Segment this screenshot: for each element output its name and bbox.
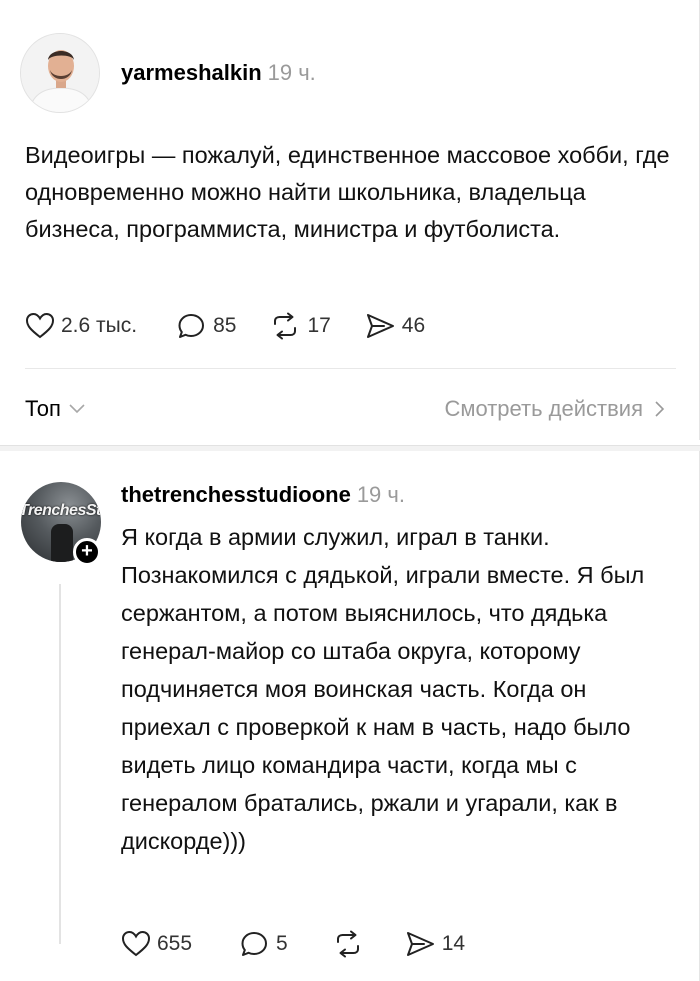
share-button[interactable]: 46: [364, 312, 425, 340]
reply-comment-count: 5: [276, 932, 288, 955]
reply-share-count: 14: [441, 932, 466, 955]
chevron-down-icon: [69, 404, 85, 414]
heart-icon: [25, 312, 55, 339]
sort-label: Топ: [25, 396, 61, 421]
comment-bubble-icon: [241, 932, 268, 956]
avatar-figure: [51, 524, 73, 562]
like-button[interactable]: 2.6 тыс.: [25, 312, 137, 340]
divider: [25, 368, 676, 369]
post-actions: 2.6 тыс. 85 17 46: [25, 312, 425, 340]
author-name[interactable]: yarmeshalkin: [121, 60, 262, 85]
thread-line: [59, 584, 61, 944]
comment-bubble-icon: [178, 314, 205, 338]
reply-repost-button[interactable]: [332, 930, 364, 958]
comment-count: 85: [213, 314, 237, 337]
repost-button[interactable]: 17: [269, 312, 331, 340]
post-header: yarmeshalkin 19 ч.: [121, 60, 316, 86]
reply-time: 19 ч.: [356, 482, 405, 507]
follow-plus-icon[interactable]: +: [73, 538, 101, 566]
post-text: Видеоигры — пожалуй, единственное массов…: [25, 142, 670, 242]
send-icon: [366, 314, 394, 338]
repost-icon: [274, 312, 297, 340]
send-icon: [406, 932, 434, 956]
reply-like-button[interactable]: 655: [121, 930, 192, 958]
heart-icon: [121, 930, 151, 957]
comment-button[interactable]: 85: [177, 312, 236, 340]
author-avatar[interactable]: [20, 33, 100, 113]
reply-like-count: 655: [157, 932, 193, 955]
avatar-logo-text: TrenchesSt: [21, 502, 101, 519]
chevron-right-icon: [655, 401, 665, 417]
reply-share-button[interactable]: 14: [404, 930, 465, 958]
share-count: 46: [401, 314, 426, 337]
repost-count: 17: [307, 314, 331, 337]
sort-dropdown[interactable]: Топ: [25, 396, 85, 422]
like-count: 2.6 тыс.: [61, 314, 138, 337]
reply-text: Я когда в армии служил, играл в танки. П…: [121, 524, 645, 854]
view-activity-link[interactable]: Смотреть действия: [444, 396, 665, 422]
main-post: yarmeshalkin 19 ч. Видеоигры — пожалуй, е…: [0, 0, 700, 440]
reply-post: TrenchesSt + thetrenchesstudioone 19 ч. Я…: [0, 451, 700, 981]
view-activity-label: Смотреть действия: [444, 396, 643, 421]
post-time: 19 ч.: [267, 60, 316, 85]
repost-icon: [336, 930, 359, 958]
reply-actions: 655 5 14: [121, 930, 465, 958]
avatar-photo-icon: [21, 34, 99, 112]
reply-comment-button[interactable]: 5: [240, 930, 288, 958]
reply-header: thetrenchesstudioone 19 ч.: [121, 482, 405, 508]
reply-author-name[interactable]: thetrenchesstudioone: [121, 482, 351, 507]
